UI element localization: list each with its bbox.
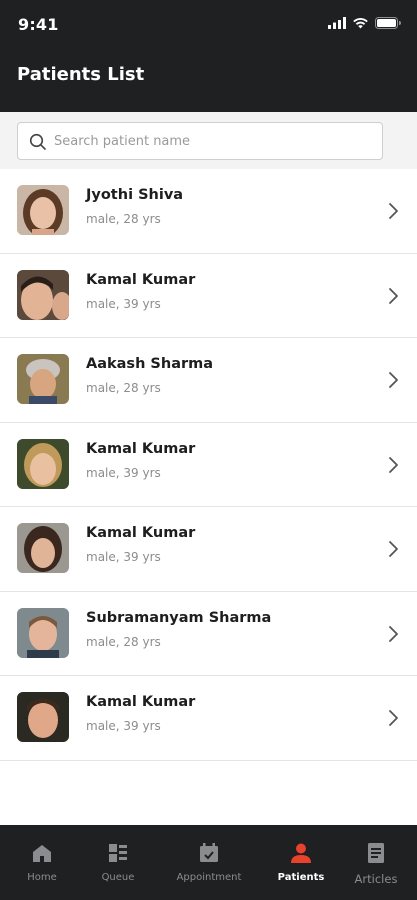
- patient-name: Aakash Sharma: [86, 356, 214, 372]
- wifi-icon: [353, 18, 368, 29]
- tab-label: Queue: [101, 872, 135, 883]
- search-bar: [0, 112, 417, 169]
- patient-row[interactable]: Jyothi Shiva male, 28 yrs: [0, 169, 417, 254]
- patient-meta: male, 39 yrs: [86, 296, 161, 311]
- patient-avatar: [17, 523, 69, 573]
- patient-row[interactable]: Kamal Kumar male, 39 yrs: [0, 253, 417, 338]
- patient-name: Subramanyam Sharma: [86, 609, 272, 626]
- patient-row[interactable]: Subramanyam Sharma male, 28 yrs: [0, 591, 417, 676]
- status-time: 9:41: [18, 15, 59, 34]
- patient-name: Kamal Kumar: [86, 271, 196, 288]
- patient-name: Jyothi Shiva: [86, 187, 184, 203]
- patient-avatar: [17, 185, 69, 235]
- app-header: 9:41 Patients List: [0, 0, 417, 112]
- tab-label: Articles: [354, 872, 398, 886]
- patient-list: Jyothi Shiva male, 28 yrs Kamal Kumar ma…: [0, 169, 417, 761]
- battery-icon: [375, 17, 401, 29]
- search-icon: [29, 133, 46, 150]
- queue-icon: [109, 844, 127, 862]
- page-title: Patients List: [17, 64, 145, 85]
- patient-avatar: [17, 692, 69, 742]
- calendar-check-icon: [200, 843, 218, 862]
- chevron-right-icon: [389, 372, 398, 388]
- patient-avatar: [17, 607, 69, 658]
- patient-avatar: [17, 354, 69, 404]
- patient-row[interactable]: Kamal Kumar male, 39 yrs: [0, 507, 417, 592]
- chevron-right-icon: [389, 541, 398, 557]
- tab-label: Patients: [277, 872, 325, 883]
- patient-meta: male, 28 yrs: [86, 381, 161, 395]
- patient-avatar: [17, 269, 69, 320]
- tab-patients[interactable]: Patients: [272, 825, 330, 900]
- chevron-right-icon: [389, 710, 398, 726]
- search-input[interactable]: [54, 123, 374, 159]
- signal-icon: [328, 17, 346, 29]
- patient-name: Kamal Kumar: [86, 694, 196, 710]
- person-icon: [291, 843, 311, 863]
- search-box[interactable]: [17, 122, 383, 160]
- patient-row[interactable]: Aakash Sharma male, 28 yrs: [0, 338, 417, 423]
- status-icons: [328, 17, 401, 29]
- chevron-right-icon: [389, 203, 398, 219]
- tab-articles[interactable]: Articles: [346, 825, 406, 900]
- tab-label: Appointment: [176, 872, 242, 883]
- bottom-tab-bar: Home Queue Appointment Patients Articles: [0, 825, 417, 900]
- status-bar: 9:41: [0, 0, 417, 50]
- chevron-right-icon: [389, 456, 398, 473]
- patient-row[interactable]: Kamal Kumar male, 39 yrs: [0, 676, 417, 761]
- patient-meta: male, 39 yrs: [86, 719, 161, 733]
- patient-name: Kamal Kumar: [86, 525, 196, 541]
- article-icon: [368, 843, 384, 863]
- tab-queue[interactable]: Queue: [88, 825, 148, 900]
- patient-avatar: [17, 438, 69, 489]
- tab-label: Home: [27, 872, 57, 883]
- tab-appointment[interactable]: Appointment: [168, 825, 250, 900]
- patient-meta: male, 28 yrs: [86, 212, 161, 226]
- chevron-right-icon: [389, 287, 398, 304]
- patient-name: Kamal Kumar: [86, 440, 196, 457]
- chevron-right-icon: [389, 625, 398, 642]
- patient-row[interactable]: Kamal Kumar male, 39 yrs: [0, 422, 417, 507]
- home-icon: [33, 845, 51, 862]
- tab-home[interactable]: Home: [12, 825, 72, 900]
- patient-meta: male, 39 yrs: [86, 465, 161, 480]
- patient-meta: male, 28 yrs: [86, 634, 161, 649]
- patient-meta: male, 39 yrs: [86, 550, 161, 564]
